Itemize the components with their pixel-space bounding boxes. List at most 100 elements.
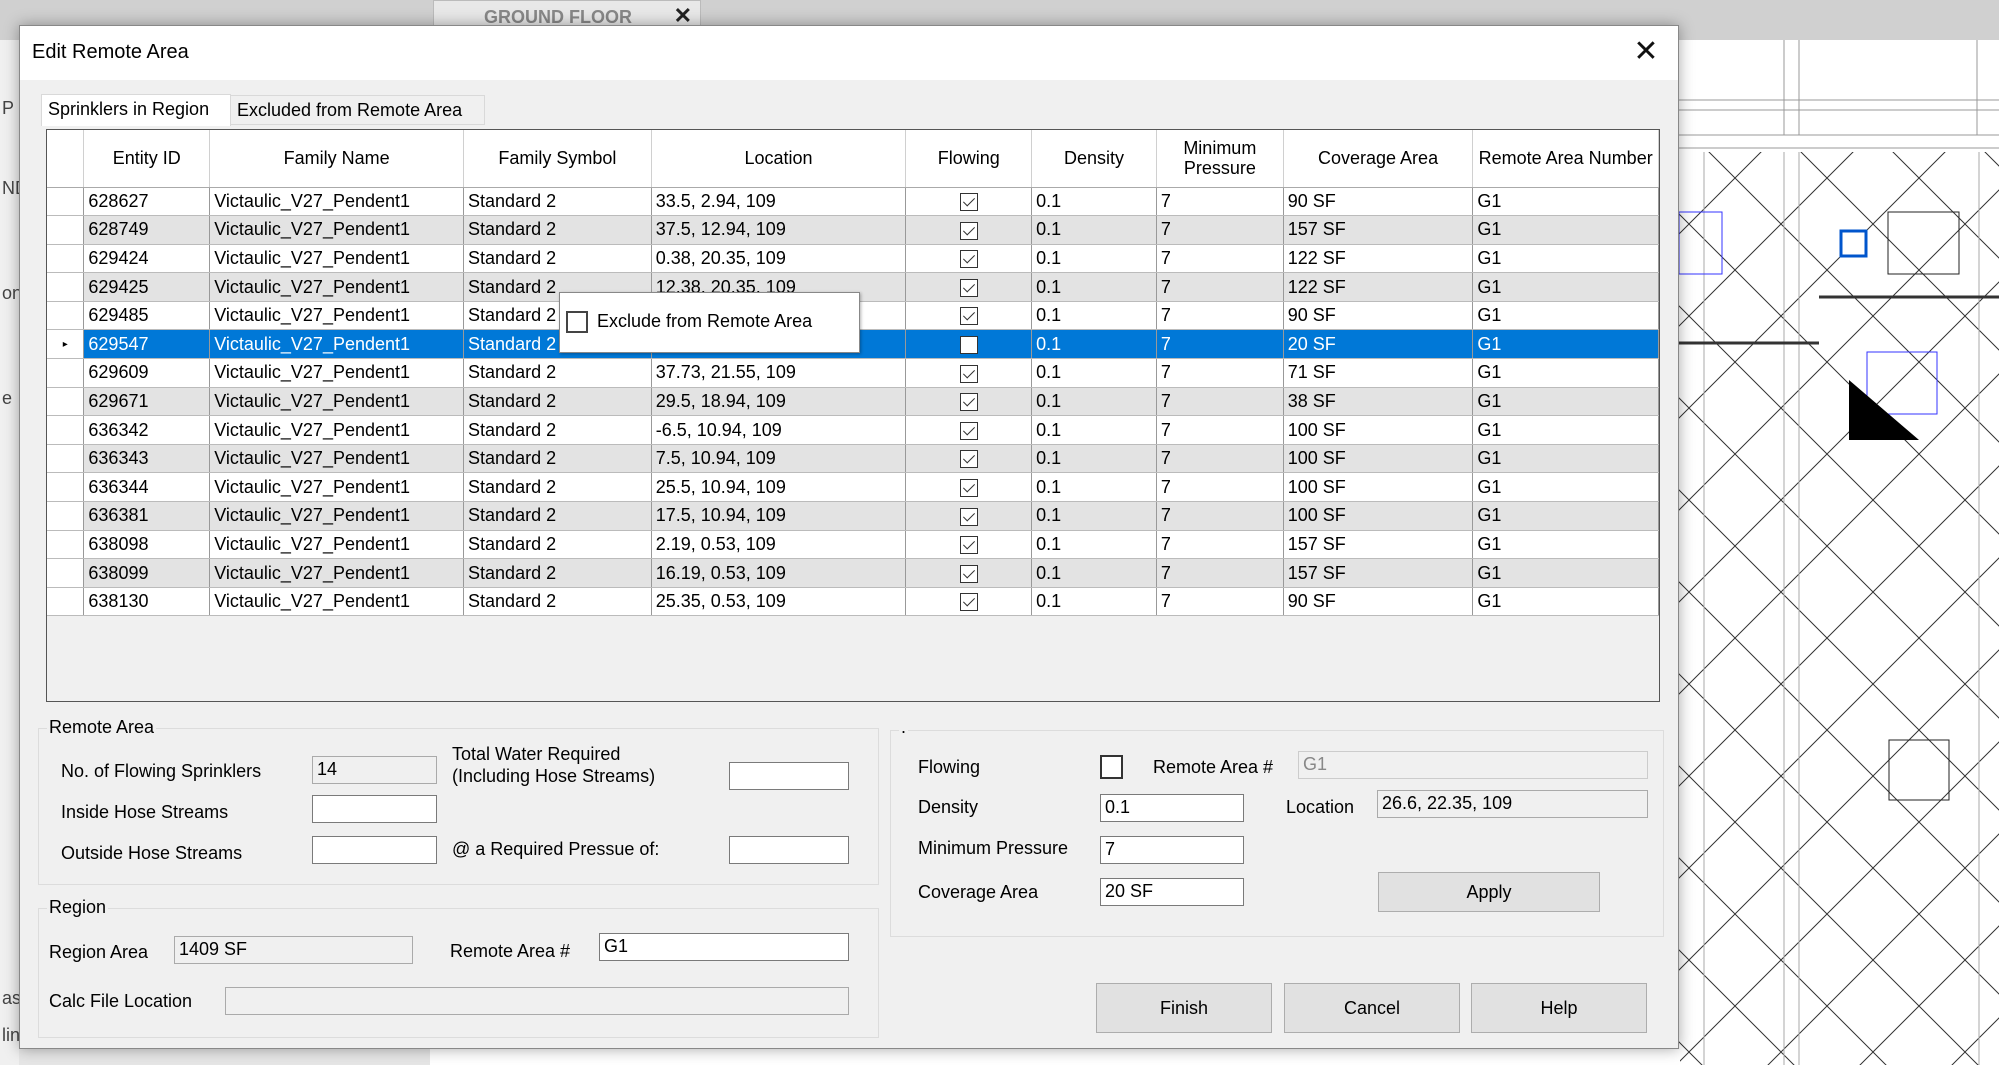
flowing-checkbox[interactable]: [959, 507, 978, 526]
cell-remote-area-number[interactable]: G1: [1472, 387, 1659, 417]
cell-coverage-area[interactable]: 100 SF: [1283, 501, 1474, 531]
cell-family-symbol[interactable]: Standard 2: [463, 444, 652, 474]
cell-location[interactable]: 25.35, 0.53, 109: [651, 587, 907, 617]
cell-coverage-area[interactable]: 157 SF: [1283, 558, 1474, 588]
flowing-checkbox[interactable]: [959, 221, 978, 240]
cell-density[interactable]: 0.1: [1031, 301, 1157, 331]
cell-location[interactable]: 0.38, 20.35, 109: [651, 244, 907, 274]
table-row[interactable]: 638099 Victaulic_V27_Pendent1 Standard 2 16…: [47, 558, 1659, 588]
calc-file-field[interactable]: [225, 987, 849, 1015]
cell-density[interactable]: 0.1: [1031, 187, 1157, 217]
tab-sprinklers-in-region[interactable]: Sprinklers in Region: [41, 94, 231, 126]
row-header[interactable]: [47, 244, 85, 274]
table-row[interactable]: 629671 Victaulic_V27_Pendent1 Standard 2 29…: [47, 387, 1659, 417]
cell-location[interactable]: 2.19, 0.53, 109: [651, 530, 907, 560]
cell-entity-id[interactable]: 636342: [83, 415, 211, 445]
cell-minimum-pressure[interactable]: 7: [1156, 187, 1284, 217]
cell-family-name[interactable]: Victaulic_V27_Pendent1: [209, 444, 465, 474]
cell-entity-id[interactable]: 629485: [83, 301, 211, 331]
cell-family-name[interactable]: Victaulic_V27_Pendent1: [209, 244, 465, 274]
column-header-density[interactable]: Density: [1031, 130, 1157, 188]
cell-flowing[interactable]: [905, 558, 1033, 588]
cell-coverage-area[interactable]: 71 SF: [1283, 358, 1474, 388]
cell-family-name[interactable]: Victaulic_V27_Pendent1: [209, 587, 465, 617]
cell-remote-area-number[interactable]: G1: [1472, 558, 1659, 588]
table-row[interactable]: 636342 Victaulic_V27_Pendent1 Standard 2 -6…: [47, 415, 1659, 445]
cell-remote-area-number[interactable]: G1: [1472, 187, 1659, 217]
cell-location[interactable]: 7.5, 10.94, 109: [651, 444, 907, 474]
cell-minimum-pressure[interactable]: 7: [1156, 530, 1284, 560]
cell-minimum-pressure[interactable]: 7: [1156, 215, 1284, 245]
exclude-context-menu[interactable]: Exclude from Remote Area: [559, 292, 860, 353]
column-header-entity-id[interactable]: Entity ID: [83, 130, 211, 188]
cell-entity-id[interactable]: 629671: [83, 387, 211, 417]
cell-entity-id[interactable]: 629547: [83, 329, 211, 360]
column-header-family-symbol[interactable]: Family Symbol: [463, 130, 652, 188]
cell-location[interactable]: 17.5, 10.94, 109: [651, 501, 907, 531]
row-header[interactable]: [47, 215, 85, 245]
column-header-remote-area-number[interactable]: Remote Area Number: [1472, 130, 1659, 188]
cell-minimum-pressure[interactable]: 7: [1156, 329, 1284, 360]
cell-density[interactable]: 0.1: [1031, 501, 1157, 531]
cell-minimum-pressure[interactable]: 7: [1156, 244, 1284, 274]
cell-flowing[interactable]: [905, 387, 1033, 417]
density-field[interactable]: 0.1: [1100, 794, 1244, 822]
cell-entity-id[interactable]: 636343: [83, 444, 211, 474]
cell-location[interactable]: 25.5, 10.94, 109: [651, 472, 907, 503]
table-row[interactable]: 629609 Victaulic_V27_Pendent1 Standard 2 37…: [47, 358, 1659, 388]
row-header[interactable]: [47, 358, 85, 388]
flowing-checkbox[interactable]: [959, 393, 978, 412]
table-row[interactable]: 638098 Victaulic_V27_Pendent1 Standard 2 2.…: [47, 530, 1659, 560]
cell-minimum-pressure[interactable]: 7: [1156, 272, 1284, 302]
cell-flowing[interactable]: [905, 444, 1033, 474]
cell-family-symbol[interactable]: Standard 2: [463, 187, 652, 217]
row-header[interactable]: [47, 415, 85, 445]
cell-coverage-area[interactable]: 20 SF: [1283, 329, 1474, 360]
table-row[interactable]: 629424 Victaulic_V27_Pendent1 Standard 2 0.…: [47, 244, 1659, 274]
cell-location[interactable]: 33.5, 2.94, 109: [651, 187, 907, 217]
flowing-checkbox[interactable]: [1100, 755, 1123, 779]
cell-family-name[interactable]: Victaulic_V27_Pendent1: [209, 215, 465, 245]
cell-family-symbol[interactable]: Standard 2: [463, 530, 652, 560]
cell-flowing[interactable]: [905, 272, 1033, 302]
tab-excluded-from-remote-area[interactable]: Excluded from Remote Area: [230, 95, 485, 125]
cell-location[interactable]: 37.73, 21.55, 109: [651, 358, 907, 388]
cell-remote-area-number[interactable]: G1: [1472, 444, 1659, 474]
cell-density[interactable]: 0.1: [1031, 587, 1157, 617]
cell-family-symbol[interactable]: Standard 2: [463, 244, 652, 274]
cell-density[interactable]: 0.1: [1031, 329, 1157, 360]
flowing-checkbox[interactable]: [959, 450, 978, 469]
cell-minimum-pressure[interactable]: 7: [1156, 387, 1284, 417]
row-header[interactable]: [47, 530, 85, 560]
row-header[interactable]: [47, 387, 85, 417]
required-pressure-field[interactable]: [729, 836, 849, 864]
table-row[interactable]: 638130 Victaulic_V27_Pendent1 Standard 2 25…: [47, 587, 1659, 617]
cell-family-symbol[interactable]: Standard 2: [463, 387, 652, 417]
row-header[interactable]: [47, 472, 85, 503]
flowing-checkbox[interactable]: [959, 478, 978, 497]
cell-minimum-pressure[interactable]: 7: [1156, 558, 1284, 588]
cell-flowing[interactable]: [905, 587, 1033, 617]
flowing-checkbox[interactable]: [959, 536, 978, 555]
cell-family-name[interactable]: Victaulic_V27_Pendent1: [209, 472, 465, 503]
column-header-flowing[interactable]: Flowing: [905, 130, 1033, 188]
cell-coverage-area[interactable]: 100 SF: [1283, 415, 1474, 445]
cell-flowing[interactable]: [905, 329, 1033, 360]
cell-remote-area-number[interactable]: G1: [1472, 358, 1659, 388]
sprinklers-grid[interactable]: Entity ID Family Name Family Symbol Locatio…: [46, 129, 1660, 702]
cell-minimum-pressure[interactable]: 7: [1156, 444, 1284, 474]
cell-flowing[interactable]: [905, 501, 1033, 531]
table-row[interactable]: 636343 Victaulic_V27_Pendent1 Standard 2 7.…: [47, 444, 1659, 474]
cell-coverage-area[interactable]: 38 SF: [1283, 387, 1474, 417]
cell-family-symbol[interactable]: Standard 2: [463, 587, 652, 617]
cell-family-name[interactable]: Victaulic_V27_Pendent1: [209, 501, 465, 531]
column-header-minimum-pressure[interactable]: Minimum Pressure: [1156, 130, 1284, 188]
cell-coverage-area[interactable]: 157 SF: [1283, 530, 1474, 560]
row-header[interactable]: [47, 501, 85, 531]
cell-remote-area-number[interactable]: G1: [1472, 501, 1659, 531]
region-remote-area-field[interactable]: G1: [599, 933, 849, 961]
cell-coverage-area[interactable]: 90 SF: [1283, 187, 1474, 217]
cell-family-symbol[interactable]: Standard 2: [463, 501, 652, 531]
flowing-checkbox[interactable]: [959, 564, 978, 583]
cell-density[interactable]: 0.1: [1031, 444, 1157, 474]
